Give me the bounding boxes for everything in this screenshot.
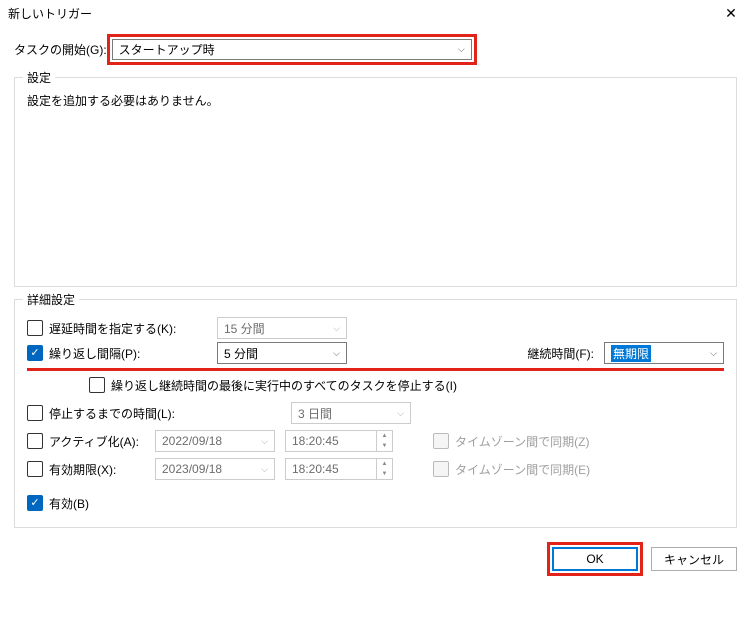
spinner-icon: ▲▼ (376, 459, 392, 479)
chevron-down-icon: ⌵ (710, 348, 717, 359)
title-bar: 新しいトリガー ✕ (0, 0, 751, 30)
stop-all-checkbox[interactable] (89, 377, 105, 393)
advanced-legend: 詳細設定 (23, 291, 79, 308)
activate-sync-checkbox (433, 433, 449, 449)
stop-all-label-text: 繰り返し継続時間の最後に実行中のすべてのタスクを停止する(I) (111, 377, 457, 394)
window-title: 新しいトリガー (8, 5, 92, 22)
settings-legend: 設定 (23, 69, 55, 86)
spinner-icon: ▲▼ (376, 431, 392, 451)
expire-checkbox[interactable] (27, 461, 43, 477)
chevron-down-icon: ⌵ (261, 464, 268, 475)
expire-sync-text: タイムゾーン間で同期(E) (455, 461, 590, 478)
expire-sync-label: タイムゾーン間で同期(E) (433, 461, 590, 478)
highlight-frame-begin-task: スタートアップ時 ⌵ (107, 34, 477, 65)
chevron-down-icon: ⌵ (333, 348, 340, 359)
expire-row: 有効期限(X): 2023/09/18 ⌵ 18:20:45 ▲▼ タイムゾーン… (27, 455, 724, 483)
advanced-settings-group: 詳細設定 遅延時間を指定する(K): 15 分間 ⌵ ✓ 繰り返し間隔(P): … (14, 299, 737, 528)
delay-checkbox[interactable] (27, 320, 43, 336)
stop-after-value: 3 日間 (298, 405, 332, 422)
repeat-label-text: 繰り返し間隔(P): (49, 345, 207, 362)
cancel-button-label: キャンセル (664, 551, 724, 568)
cancel-button[interactable]: キャンセル (651, 547, 737, 571)
activate-label-text: アクティブ化(A): (49, 433, 145, 450)
dialog-button-row: OK キャンセル (14, 536, 737, 576)
delay-label-text: 遅延時間を指定する(K): (49, 320, 207, 337)
chevron-down-icon: ⌵ (458, 44, 465, 55)
expire-time-input: 18:20:45 ▲▼ (285, 458, 393, 480)
delay-value: 15 分間 (224, 320, 265, 337)
chevron-down-icon: ⌵ (333, 323, 340, 334)
settings-message: 設定を追加する必要はありません。 (27, 92, 724, 109)
activate-sync-text: タイムゾーン間で同期(Z) (455, 433, 589, 450)
expire-label-text: 有効期限(X): (49, 461, 145, 478)
begin-task-label: タスクの開始(G): (14, 41, 107, 58)
expire-date-value: 2023/09/18 (162, 462, 222, 476)
chevron-down-icon: ⌵ (261, 436, 268, 447)
expire-time-value: 18:20:45 (286, 461, 376, 477)
ok-button[interactable]: OK (552, 547, 638, 571)
close-icon[interactable]: ✕ (721, 3, 741, 23)
stop-after-row: 停止するまでの時間(L): 3 日間 ⌵ (27, 399, 724, 427)
activate-time-input: 18:20:45 ▲▼ (285, 430, 393, 452)
repeat-value: 5 分間 (224, 345, 258, 362)
activate-date-input: 2022/09/18 ⌵ (155, 430, 275, 452)
begin-task-row: タスクの開始(G): スタートアップ時 ⌵ (14, 34, 737, 65)
expire-checkbox-label[interactable]: 有効期限(X): (27, 461, 145, 478)
delay-checkbox-label[interactable]: 遅延時間を指定する(K): (27, 320, 207, 337)
activate-row: アクティブ化(A): 2022/09/18 ⌵ 18:20:45 ▲▼ タイムゾ… (27, 427, 724, 455)
repeat-checkbox-label[interactable]: ✓ 繰り返し間隔(P): (27, 345, 207, 362)
enabled-checkbox-label[interactable]: ✓ 有効(B) (27, 495, 89, 512)
enabled-label-text: 有効(B) (49, 495, 89, 512)
stop-all-checkbox-label[interactable]: 繰り返し継続時間の最後に実行中のすべてのタスクを停止する(I) (89, 377, 457, 394)
activate-time-value: 18:20:45 (286, 433, 376, 449)
begin-task-dropdown[interactable]: スタートアップ時 ⌵ (112, 39, 472, 60)
stop-after-combo: 3 日間 ⌵ (291, 402, 411, 424)
stop-after-label-text: 停止するまでの時間(L): (49, 405, 281, 422)
repeat-checkbox[interactable]: ✓ (27, 345, 43, 361)
highlight-frame-ok: OK (547, 542, 643, 576)
repeat-duration-combo[interactable]: 無期限 ⌵ (604, 342, 724, 364)
expire-date-input: 2023/09/18 ⌵ (155, 458, 275, 480)
stop-after-checkbox-label[interactable]: 停止するまでの時間(L): (27, 405, 281, 422)
repeat-duration-label: 継続時間(F): (527, 345, 594, 362)
delay-row: 遅延時間を指定する(K): 15 分間 ⌵ (27, 314, 724, 342)
activate-checkbox[interactable] (27, 433, 43, 449)
repeat-interval-combo[interactable]: 5 分間 ⌵ (217, 342, 347, 364)
expire-sync-checkbox (433, 461, 449, 477)
stop-after-checkbox[interactable] (27, 405, 43, 421)
enabled-row: ✓ 有効(B) (27, 489, 724, 517)
repeat-duration-value: 無期限 (611, 345, 651, 362)
stop-all-row: 繰り返し継続時間の最後に実行中のすべてのタスクを停止する(I) (27, 371, 724, 399)
chevron-down-icon: ⌵ (397, 408, 404, 419)
delay-combo: 15 分間 ⌵ (217, 317, 347, 339)
activate-checkbox-label[interactable]: アクティブ化(A): (27, 433, 145, 450)
ok-button-label: OK (586, 552, 603, 566)
begin-task-value: スタートアップ時 (119, 41, 215, 58)
settings-group: 設定 設定を追加する必要はありません。 (14, 77, 737, 287)
enabled-checkbox[interactable]: ✓ (27, 495, 43, 511)
activate-date-value: 2022/09/18 (162, 434, 222, 448)
activate-sync-label: タイムゾーン間で同期(Z) (433, 433, 589, 450)
repeat-row: ✓ 繰り返し間隔(P): 5 分間 ⌵ 継続時間(F): 無期限 ⌵ (27, 342, 724, 371)
